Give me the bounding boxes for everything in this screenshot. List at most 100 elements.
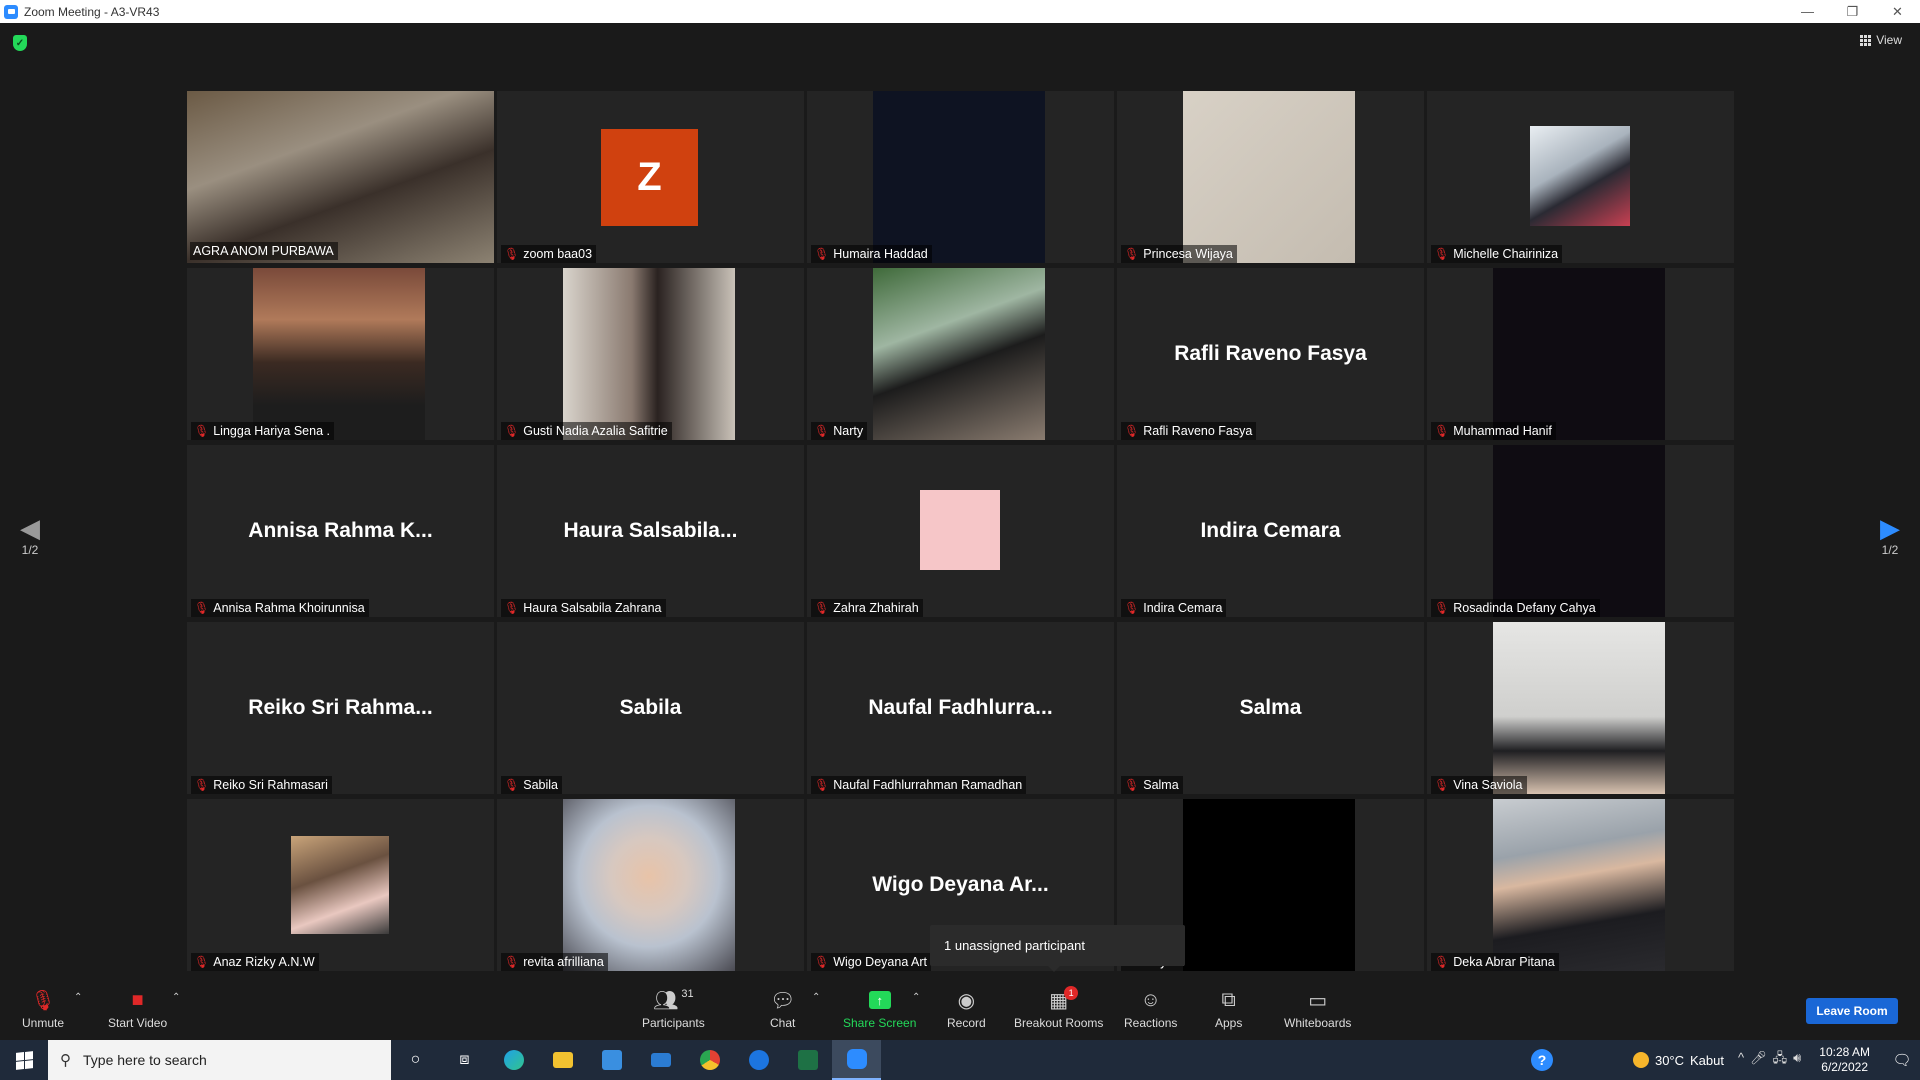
video-tile[interactable]: 🎙︎ Princesa Wijaya bbox=[1117, 91, 1424, 263]
participant-name: revita afrilliana bbox=[523, 955, 604, 969]
video-feed bbox=[563, 799, 735, 971]
participant-name: Rosadinda Defany Cahya bbox=[1453, 601, 1596, 615]
video-tile[interactable]: 🎙︎ Deka Abrar Pitana bbox=[1427, 799, 1734, 971]
video-feed bbox=[920, 490, 1000, 570]
unmute-button[interactable]: 🎙︎ Unmute bbox=[22, 988, 64, 1031]
participants-icon: 👥︎ bbox=[653, 989, 679, 1012]
video-tile[interactable]: 🎙︎ Rosadinda Defany Cahya bbox=[1427, 445, 1734, 617]
help-icon[interactable]: ? bbox=[1530, 1049, 1553, 1071]
edge-browser-icon[interactable] bbox=[489, 1040, 538, 1080]
breakout-rooms-button[interactable]: ▦ 1 Breakout Rooms bbox=[1014, 986, 1104, 1030]
start-video-label: Start Video bbox=[108, 1016, 168, 1030]
video-tile[interactable]: Sabila 🎙︎ Sabila bbox=[497, 622, 804, 794]
taskbar-search-box[interactable]: ⚲ Type here to search bbox=[48, 1040, 391, 1080]
video-feed bbox=[1493, 799, 1665, 971]
video-tile[interactable]: 🎙︎ Anaz Rizky A.N.W bbox=[187, 799, 494, 971]
participant-name: zoom baa03 bbox=[523, 247, 593, 261]
file-explorer-icon[interactable] bbox=[538, 1040, 587, 1080]
video-tile[interactable]: 🎙︎ Lingga Hariya Sena . bbox=[187, 268, 494, 440]
muted-mic-icon: 🎙︎ bbox=[1124, 778, 1140, 792]
minimize-button[interactable]: — bbox=[1785, 0, 1830, 23]
security-shield-icon[interactable] bbox=[13, 35, 27, 51]
video-tile[interactable]: Z 🎙︎ zoom baa03 bbox=[497, 91, 804, 263]
clock[interactable]: 10:28 AM 6/2/2022 bbox=[1819, 1045, 1870, 1075]
muted-mic-icon: 🎙︎ bbox=[814, 247, 830, 261]
video-tile[interactable]: 🎙︎ Gusti Nadia Azalia Safitrie bbox=[497, 268, 804, 440]
excel-icon[interactable] bbox=[783, 1040, 832, 1080]
breakout-rooms-label: Breakout Rooms bbox=[1014, 1016, 1104, 1030]
video-tile[interactable]: 🎙︎ Muhammad Hanif bbox=[1427, 268, 1734, 440]
muted-mic-icon: 🎙︎ bbox=[814, 778, 830, 792]
chat-button[interactable]: 💬︎ Chat bbox=[770, 988, 796, 1031]
video-tile[interactable]: 🎙︎ Narty bbox=[807, 268, 1114, 440]
task-view-icon[interactable]: ⧈ bbox=[440, 1040, 489, 1080]
next-page-button[interactable]: ▶ 1/2 bbox=[1870, 513, 1910, 557]
chrome-browser-icon[interactable] bbox=[685, 1040, 734, 1080]
participant-name: Annisa Rahma Khoirunnisa bbox=[213, 601, 365, 615]
muted-mic-icon: 🎙︎ bbox=[194, 955, 210, 969]
chat-label: Chat bbox=[770, 1016, 796, 1030]
muted-mic-icon: 🎙︎ bbox=[814, 955, 830, 969]
audio-options-caret-icon[interactable]: ⌃ bbox=[74, 992, 82, 1003]
record-icon: ◉ bbox=[957, 989, 976, 1012]
participant-name: Sabila bbox=[523, 778, 558, 792]
weather-sun-icon[interactable] bbox=[1632, 1052, 1649, 1068]
video-tile[interactable]: 🎙︎ Michelle Chairiniza bbox=[1427, 91, 1734, 263]
record-button[interactable]: ◉ Record bbox=[947, 988, 986, 1031]
teamviewer-icon[interactable] bbox=[734, 1040, 783, 1080]
system-tray: ? 30°C Kabut ^🎤︎🖧︎🔊︎ 10:28 AM 6/2/2022 🗨… bbox=[1530, 1040, 1920, 1080]
video-tile[interactable]: Haura Salsabila... 🎙︎ Haura Salsabila Zah… bbox=[497, 445, 804, 617]
video-tile[interactable]: Rafli Raveno Fasya 🎙︎ Rafli Raveno Fasya bbox=[1117, 268, 1424, 440]
participant-name: Naufal Fadhlurrahman Ramadhan bbox=[833, 778, 1023, 792]
video-tile[interactable]: AGRA ANOM PURBAWA bbox=[187, 91, 494, 263]
participant-display-name: Rafli Raveno Fasya bbox=[1174, 342, 1367, 365]
microsoft-store-icon[interactable] bbox=[587, 1040, 636, 1080]
muted-mic-icon: 🎙︎ bbox=[1434, 247, 1450, 261]
view-button[interactable]: View bbox=[1860, 33, 1902, 47]
cortana-icon[interactable]: ○ bbox=[391, 1040, 440, 1080]
apps-button[interactable]: ⧉ Apps bbox=[1215, 988, 1242, 1031]
muted-mic-icon: 🎙︎ bbox=[194, 601, 210, 615]
participant-name: Wigo Deyana Art bbox=[833, 955, 928, 969]
previous-page-button[interactable]: ◀ 1/2 bbox=[10, 513, 50, 557]
video-feed bbox=[873, 268, 1045, 440]
mail-icon[interactable] bbox=[636, 1040, 685, 1080]
video-options-caret-icon[interactable]: ⌃ bbox=[172, 992, 180, 1003]
whiteboards-button[interactable]: ▭ Whiteboards bbox=[1284, 988, 1352, 1031]
zoom-taskbar-icon[interactable] bbox=[832, 1040, 881, 1080]
weather-condition[interactable]: Kabut bbox=[1690, 1053, 1724, 1068]
muted-mic-icon: 🎙︎ bbox=[504, 601, 520, 615]
video-feed bbox=[1493, 445, 1665, 617]
participants-button[interactable]: 👥︎ 31 Participants bbox=[642, 988, 705, 1030]
weather-temperature[interactable]: 30°C bbox=[1655, 1053, 1684, 1068]
view-label: View bbox=[1876, 33, 1902, 47]
video-tile[interactable]: 🎙︎ Humaira Haddad bbox=[807, 91, 1114, 263]
close-button[interactable]: ✕ bbox=[1875, 0, 1920, 23]
video-tile[interactable]: 🎙︎ Zahra Zhahirah bbox=[807, 445, 1114, 617]
whiteboards-label: Whiteboards bbox=[1284, 1016, 1352, 1030]
leave-room-button[interactable]: Leave Room bbox=[1806, 998, 1898, 1024]
chat-options-caret-icon[interactable]: ⌃ bbox=[812, 992, 820, 1003]
breakout-badge: 1 bbox=[1064, 986, 1079, 1000]
system-tray-icons[interactable]: ^🎤︎🖧︎🔊︎ bbox=[1738, 1049, 1807, 1071]
video-tile[interactable]: 🎙︎ revita afrilliana bbox=[497, 799, 804, 971]
grid-icon bbox=[1860, 34, 1872, 46]
video-tile[interactable]: Reiko Sri Rahma... 🎙︎ Reiko Sri Rahmasari bbox=[187, 622, 494, 794]
tooltip-text: 1 unassigned participant bbox=[944, 938, 1085, 953]
share-screen-button[interactable]: ↑ Share Screen bbox=[843, 988, 916, 1030]
restore-button[interactable]: ❐ bbox=[1830, 0, 1875, 23]
participant-name: Humaira Haddad bbox=[833, 247, 928, 261]
start-button[interactable] bbox=[0, 1040, 48, 1080]
share-options-caret-icon[interactable]: ⌃ bbox=[912, 992, 920, 1003]
notification-center-icon[interactable]: 🗨︎ bbox=[1884, 1040, 1920, 1080]
start-video-button[interactable]: ■ Start Video bbox=[108, 988, 168, 1031]
video-tile[interactable]: Naufal Fadhlurra... 🎙︎ Naufal Fadhlurrahm… bbox=[807, 622, 1114, 794]
muted-mic-icon: 🎙︎ bbox=[504, 778, 520, 792]
reactions-button[interactable]: ☺︎ Reactions bbox=[1124, 988, 1177, 1031]
participant-name: Salma bbox=[1143, 778, 1179, 792]
video-tile[interactable]: Annisa Rahma K... 🎙︎ Annisa Rahma Khoirun… bbox=[187, 445, 494, 617]
video-tile[interactable]: Indira Cemara 🎙︎ Indira Cemara bbox=[1117, 445, 1424, 617]
video-tile[interactable]: Salma 🎙︎ Salma bbox=[1117, 622, 1424, 794]
participant-name: Deka Abrar Pitana bbox=[1453, 955, 1555, 969]
video-tile[interactable]: 🎙︎ Vina Saviola bbox=[1427, 622, 1734, 794]
